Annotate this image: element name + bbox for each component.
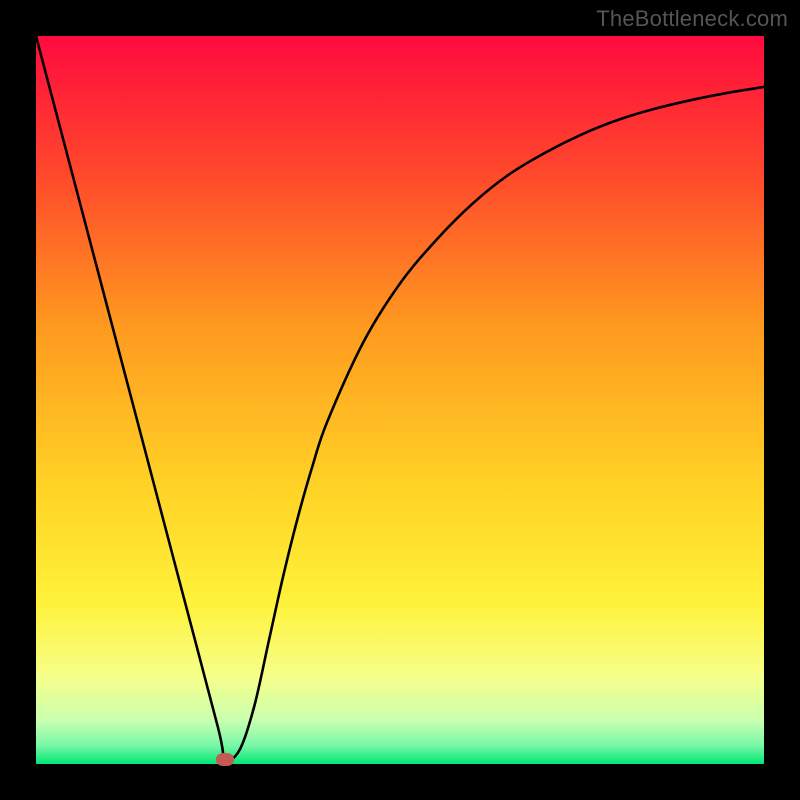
chart-frame: TheBottleneck.com: [0, 0, 800, 800]
bottleneck-curve: [36, 36, 764, 764]
plot-area: [36, 36, 764, 764]
optimal-point-marker: [216, 753, 234, 766]
watermark-label: TheBottleneck.com: [596, 6, 788, 32]
